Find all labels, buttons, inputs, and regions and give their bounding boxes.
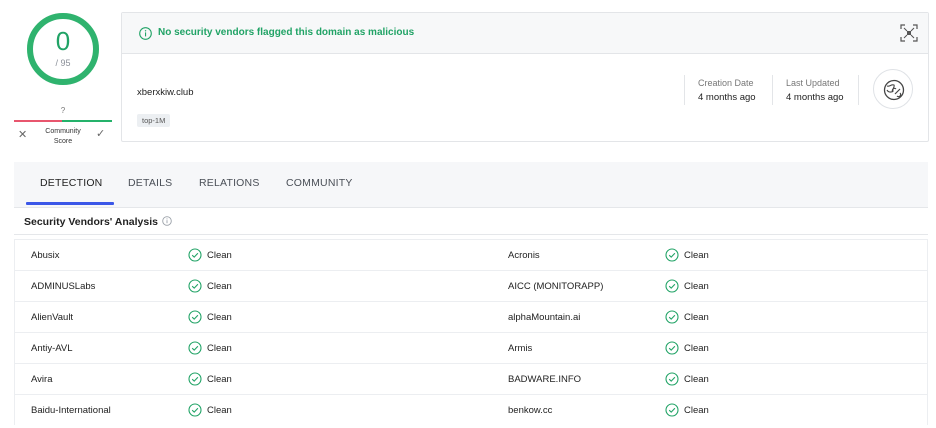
check-circle-icon xyxy=(188,279,202,293)
creation-date-label: Creation Date xyxy=(698,78,754,88)
vendor-result-label: Clean xyxy=(207,374,232,385)
last-updated: Last Updated 4 months ago xyxy=(786,78,844,103)
creation-date-value: 4 months ago xyxy=(698,92,756,103)
meta-divider xyxy=(772,75,773,105)
vendor-name: Acronis xyxy=(508,250,540,261)
domain-name: xberxkiw.club xyxy=(137,87,194,98)
check-circle-icon xyxy=(665,248,679,262)
vendor-name: ADMINUSLabs xyxy=(31,281,96,292)
vendor-result-label: Clean xyxy=(684,343,709,354)
vendor-name: benkow.cc xyxy=(508,405,553,416)
vendor-name: alphaMountain.ai xyxy=(508,312,581,323)
vendor-result-label: Clean xyxy=(207,312,232,323)
detection-count: 0 xyxy=(55,26,71,56)
table-row: Abusix Clean Acronis Clean xyxy=(15,239,927,270)
vendor-result-label: Clean xyxy=(684,374,709,385)
status-banner-text: No security vendors flagged this domain … xyxy=(158,27,415,38)
community-score-bar-negative xyxy=(14,120,62,122)
vendor-result-label: Clean xyxy=(207,250,232,261)
last-updated-value: 4 months ago xyxy=(786,92,844,103)
vendor-name: Abusix xyxy=(31,250,60,261)
check-circle-icon xyxy=(188,310,202,324)
vote-harmless-icon[interactable]: ✓ xyxy=(96,127,105,140)
check-circle-icon xyxy=(665,310,679,324)
tab-detection[interactable]: DETECTION xyxy=(40,177,102,189)
table-row: Antiy-AVL Clean Armis Clean xyxy=(15,332,927,363)
check-circle-icon xyxy=(188,403,202,417)
vendor-name: Armis xyxy=(508,343,533,354)
vendor-result-label: Clean xyxy=(207,343,232,354)
check-circle-icon xyxy=(665,372,679,386)
check-circle-icon xyxy=(188,248,202,262)
report-tabs: DETECTION DETAILS RELATIONS COMMUNITY xyxy=(14,162,928,208)
domain-avatar xyxy=(873,69,913,109)
vendor-result-label: Clean xyxy=(684,281,709,292)
meta-divider xyxy=(684,75,685,105)
status-banner: No security vendors flagged this domain … xyxy=(122,13,928,54)
vendor-name: AlienVault xyxy=(31,312,74,323)
active-tab-indicator xyxy=(26,202,114,205)
tab-details[interactable]: DETAILS xyxy=(128,177,172,189)
community-score-value: ? xyxy=(60,106,66,115)
detection-total: / 95 xyxy=(55,58,71,68)
table-row: Baidu-International Clean benkow.cc Clea… xyxy=(15,394,927,425)
vote-harmful-icon[interactable]: ✕ xyxy=(18,128,27,141)
tab-community[interactable]: COMMUNITY xyxy=(286,177,353,189)
vendor-result-label: Clean xyxy=(684,312,709,323)
check-circle-icon xyxy=(188,341,202,355)
last-updated-label: Last Updated xyxy=(786,78,840,88)
globe-link-icon xyxy=(883,79,905,101)
vendor-result-label: Clean xyxy=(207,405,232,416)
vendor-result-label: Clean xyxy=(684,250,709,261)
info-circle-icon xyxy=(139,27,152,40)
domain-tag[interactable]: top-1M xyxy=(137,114,171,127)
section-divider xyxy=(14,234,928,235)
section-title: Security Vendors' Analysis xyxy=(24,216,158,228)
vendor-table: Abusix Clean Acronis Clean ADMINUSLabs C… xyxy=(14,239,928,425)
info-icon[interactable] xyxy=(162,216,172,226)
vendor-result-label: Clean xyxy=(207,281,232,292)
meta-divider xyxy=(858,75,859,105)
check-circle-icon xyxy=(188,372,202,386)
vendor-name: Baidu-International xyxy=(31,405,111,416)
table-row: Avira Clean BADWARE.INFO Clean xyxy=(15,363,927,394)
check-circle-icon xyxy=(665,279,679,293)
vendor-name: BADWARE.INFO xyxy=(508,374,582,385)
check-circle-icon xyxy=(665,341,679,355)
community-score-bar-positive xyxy=(62,120,112,122)
community-score-bar xyxy=(14,120,112,122)
graph-view-icon[interactable] xyxy=(900,24,918,42)
vendor-name: Antiy-AVL xyxy=(31,343,73,354)
check-circle-icon xyxy=(665,403,679,417)
community-score-label: Community Score xyxy=(45,128,81,145)
vendor-result-label: Clean xyxy=(684,405,709,416)
summary-card: No security vendors flagged this domain … xyxy=(121,12,929,142)
vendor-name: Avira xyxy=(31,374,53,385)
vendor-name: AICC (MONITORAPP) xyxy=(508,281,604,292)
table-row: AlienVault Clean alphaMountain.ai Clean xyxy=(15,301,927,332)
creation-date: Creation Date 4 months ago xyxy=(698,78,756,103)
table-row: ADMINUSLabs Clean AICC (MONITORAPP) Clea… xyxy=(15,270,927,301)
tab-relations[interactable]: RELATIONS xyxy=(199,177,260,189)
